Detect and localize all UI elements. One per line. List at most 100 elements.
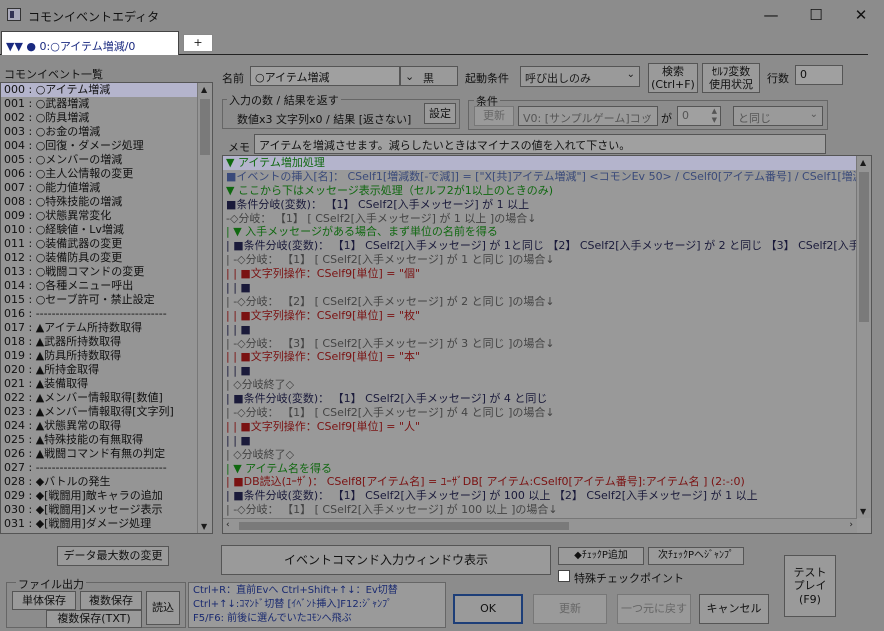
list-item[interactable]: 006 : ○主人公情報の変更 — [1, 167, 212, 181]
minimize-button[interactable]: — — [749, 4, 793, 26]
list-item[interactable]: 009 : ○状態異常変化 — [1, 209, 212, 223]
list-item[interactable]: 017 : ▲アイテム所持数取得 — [1, 321, 212, 335]
search-button[interactable]: 検索 (Ctrl+F) — [648, 63, 698, 93]
list-item[interactable]: 015 : ○セーブ許可・禁止設定 — [1, 293, 212, 307]
single-save-button[interactable]: 単体保存 — [12, 591, 76, 610]
command-line[interactable]: ▼ アイテム増加処理 — [223, 156, 871, 170]
list-item[interactable]: 022 : ▲メンバー情報取得[数値] — [1, 391, 212, 405]
close-button[interactable]: ✕ — [839, 4, 883, 26]
add-checkpoint-button[interactable]: ◆ﾁｪｯｸP追加 — [558, 547, 644, 565]
condition-operator-dropdown[interactable]: と同じ ⌄ — [733, 106, 823, 126]
condition-variable-dropdown[interactable]: V0: [サンプルゲーム]コッ ⌄ — [518, 106, 658, 126]
list-item[interactable]: 013 : ○戦闘コマンドの変更 — [1, 265, 212, 279]
common-event-list[interactable]: 000 : ○アイテム増減 001 : ○武器増減 002 : ○防具増減 003 :… — [0, 82, 213, 534]
list-item[interactable]: 018 : ▲武器所持数取得 — [1, 335, 212, 349]
command-line[interactable]: | ▼ アイテム名を得る — [223, 462, 871, 476]
list-item[interactable]: 001 : ○武器増減 — [1, 97, 212, 111]
test-play-button[interactable]: テスト プレイ (F9) — [784, 555, 836, 617]
list-item[interactable]: 020 : ▲所持金取得 — [1, 363, 212, 377]
scroll-down-icon[interactable]: ▼ — [201, 522, 207, 531]
list-item[interactable]: 000 : ○アイテム増減 — [1, 83, 212, 97]
condition-update-button[interactable]: 更新 — [474, 106, 514, 126]
list-item[interactable]: 030 : ◆[戦闘用]メッセージ表示 — [1, 503, 212, 517]
list-item[interactable]: 005 : ○メンバーの増減 — [1, 153, 212, 167]
list-item[interactable]: 023 : ▲メンバー情報取得[文字列] — [1, 405, 212, 419]
update-button[interactable]: 更新 — [533, 594, 607, 624]
list-item[interactable]: 014 : ○各種メニュー呼出 — [1, 279, 212, 293]
cancel-button[interactable]: キャンセル — [699, 594, 769, 624]
memo-field[interactable]: アイテムを増減させます。減らしたいときはマイナスの値を入れて下さい。 — [254, 134, 826, 154]
list-item[interactable]: 025 : ▲特殊技能の有無取得 — [1, 433, 212, 447]
command-hscroll-thumb[interactable] — [239, 522, 569, 530]
color-dropdown[interactable]: ⌄ 黒 — [400, 66, 458, 86]
self-var-usage-button[interactable]: ｾﾙﾌ変数 使用状況 — [702, 63, 760, 93]
command-input-window-button[interactable]: イベントコマンド入力ウィンドウ表示 — [221, 545, 551, 575]
special-checkpoint-checkbox[interactable] — [558, 570, 570, 582]
list-item[interactable]: 028 : ◆バトルの発生 — [1, 475, 212, 489]
ok-button[interactable]: OK — [453, 594, 523, 624]
event-command-list[interactable]: ▼ アイテム増加処理 ■イベントの挿入[名]： CSelf1[増減数[-で減]] … — [222, 155, 872, 534]
command-line[interactable]: ▼ ここから下はメッセージ表示処理（セルフ2が1以上のときのみ) — [223, 184, 871, 198]
list-item[interactable]: 016 : --------------------------------- — [1, 307, 212, 321]
scroll-right-icon[interactable]: › — [849, 520, 853, 530]
command-line[interactable]: | | ■文字列操作：CSelf9[単位] = "枚" — [223, 309, 871, 323]
load-button[interactable]: 読込 — [146, 591, 180, 625]
list-item[interactable]: 003 : ○お金の増減 — [1, 125, 212, 139]
tab-event-0[interactable]: ▼▼ ● 0:○アイテム増減/0 — [1, 31, 179, 55]
command-line[interactable]: -◇分岐： 【1】 [ CSelf2[入手メッセージ] が 1 以上 ]の場合↓ — [223, 212, 871, 226]
command-line[interactable]: | | ■文字列操作：CSelf9[単位] = "本" — [223, 350, 871, 364]
list-item[interactable]: 029 : ◆[戦闘用]敵キャラの追加 — [1, 489, 212, 503]
name-field[interactable]: ○アイテム増減 — [250, 66, 400, 86]
command-line[interactable]: | -◇分岐： 【1】 [ CSelf2[入手メッセージ] が 100 以上 ]… — [223, 503, 871, 517]
condition-number-stepper[interactable]: 0 ▲ ▼ — [677, 106, 721, 126]
command-line[interactable]: | | ■文字列操作：CSelf9[単位] = "人" — [223, 420, 871, 434]
list-item[interactable]: 007 : ○能力値増減 — [1, 181, 212, 195]
command-line[interactable]: | ■条件分岐(変数)： 【1】 CSelf2[入手メッセージ] が 100 以… — [223, 489, 871, 503]
list-item[interactable]: 011 : ○装備武器の変更 — [1, 237, 212, 251]
command-line[interactable]: | -◇分岐： 【3】 [ CSelf2[入手メッセージ] が 3 と同じ ]の… — [223, 337, 871, 351]
io-settings-button[interactable]: 設定 — [424, 103, 456, 124]
list-item[interactable]: 024 : ▲状態異常の取得 — [1, 419, 212, 433]
command-line[interactable]: | -◇分岐： 【1】 [ CSelf2[入手メッセージ] が 1 と同じ ]の… — [223, 253, 871, 267]
data-max-button[interactable]: データ最大数の変更 — [57, 546, 169, 566]
multi-save-button[interactable]: 複数保存 — [80, 591, 142, 610]
scroll-down-icon[interactable]: ▼ — [860, 507, 866, 516]
add-tab-button[interactable]: + — [183, 34, 213, 52]
command-line[interactable]: | | ■ — [223, 434, 871, 448]
trigger-dropdown[interactable]: 呼び出しのみ ⌄ — [520, 66, 640, 87]
maximize-button[interactable]: ☐ — [794, 4, 838, 26]
command-vscrollbar[interactable]: ▲ ▼ — [856, 156, 871, 518]
list-item[interactable]: 019 : ▲防具所持数取得 — [1, 349, 212, 363]
next-checkpoint-button[interactable]: 次ﾁｪｯｸPへｼﾞｬﾝﾌﾟ — [648, 547, 744, 565]
command-line[interactable]: | -◇分岐： 【1】 [ CSelf2[入手メッセージ] が 4 と同じ ]の… — [223, 406, 871, 420]
list-item[interactable]: 026 : ▲戦闘コマンド有無の判定 — [1, 447, 212, 461]
command-line[interactable]: | ◇分岐終了◇ — [223, 378, 871, 392]
command-line[interactable]: | ■条件分岐(変数)： 【1】 CSelf2[入手メッセージ] が 4 と同じ — [223, 392, 871, 406]
list-scroll-thumb[interactable] — [200, 99, 210, 155]
list-item[interactable]: 012 : ○装備防具の変更 — [1, 251, 212, 265]
command-line[interactable]: | | ■文字列操作：CSelf9[単位] = "個" — [223, 267, 871, 281]
list-item[interactable]: 031 : ◆[戦闘用]ダメージ処理 — [1, 517, 212, 531]
scroll-left-icon[interactable]: ‹ — [226, 520, 230, 530]
command-line[interactable]: | ▼ 入手メッセージがある場合、まず単位の名前を得る — [223, 225, 871, 239]
command-line[interactable]: ■イベントの挿入[名]： CSelf1[増減数[-で減]] = ["X[共]アイ… — [223, 170, 871, 184]
list-scrollbar[interactable]: ▲ ▼ — [197, 83, 212, 533]
scroll-up-icon[interactable]: ▲ — [201, 85, 207, 94]
command-line[interactable]: | | ■ — [223, 364, 871, 378]
command-line[interactable]: | | ■ — [223, 323, 871, 337]
stepper-arrows-icon[interactable]: ▲ ▼ — [712, 107, 717, 125]
command-line[interactable]: | -◇分岐： 【2】 [ CSelf2[入手メッセージ] が 2 と同じ ]の… — [223, 295, 871, 309]
lines-field[interactable]: 0 — [795, 65, 843, 85]
command-line[interactable]: | ◇分岐終了◇ — [223, 448, 871, 462]
command-line[interactable]: | | ■ — [223, 281, 871, 295]
scroll-up-icon[interactable]: ▲ — [860, 158, 866, 167]
command-line[interactable]: | ■DB読込(ﾕｰｻﾞ)： CSelf8[アイテム名] = ﾕｰｻﾞDB[ ア… — [223, 475, 871, 489]
command-line[interactable]: | ■条件分岐(変数)： 【1】 CSelf2[入手メッセージ] が 1と同じ … — [223, 239, 871, 253]
list-item[interactable]: 008 : ○特殊技能の増減 — [1, 195, 212, 209]
multi-save-txt-button[interactable]: 複数保存(TXT) — [46, 610, 142, 628]
list-item[interactable]: 004 : ○回復・ダメージ処理 — [1, 139, 212, 153]
command-hscrollbar[interactable]: ‹ › — [223, 518, 857, 533]
command-line[interactable]: ■条件分岐(変数)： 【1】 CSelf2[入手メッセージ] が 1 以上 — [223, 198, 871, 212]
list-item[interactable]: 010 : ○経験値・Lv増減 — [1, 223, 212, 237]
list-item[interactable]: 027 : --------------------------------- — [1, 461, 212, 475]
